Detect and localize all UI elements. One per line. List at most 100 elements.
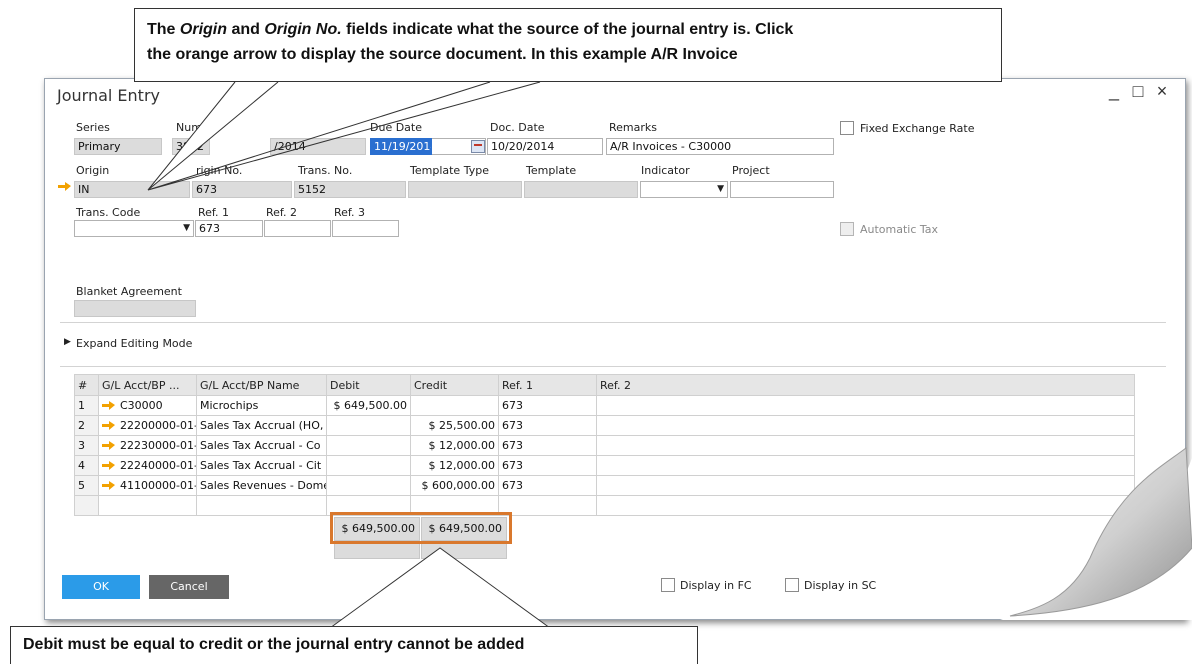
template-field[interactable] xyxy=(524,181,638,198)
maximize-icon[interactable]: □ xyxy=(1127,81,1149,102)
ref2-field[interactable] xyxy=(264,220,331,237)
callout-text: The xyxy=(147,21,180,38)
account-link-arrow-icon[interactable] xyxy=(102,400,116,410)
cancel-button[interactable]: Cancel xyxy=(149,575,229,599)
ref3-label: Ref. 3 xyxy=(334,206,365,219)
column-header[interactable]: Ref. 1 xyxy=(498,374,597,396)
column-header[interactable]: G/L Acct/BP ... xyxy=(98,374,197,396)
ok-button[interactable]: OK xyxy=(62,575,140,599)
account-link-arrow-icon[interactable] xyxy=(102,420,116,430)
page-curl-graphic xyxy=(1000,398,1192,620)
column-header[interactable]: G/L Acct/BP Name xyxy=(196,374,327,396)
posting-date-field[interactable]: /2014 xyxy=(270,138,366,155)
ref1-cell[interactable]: 673 xyxy=(498,475,597,496)
ref1-field[interactable]: 673 xyxy=(195,220,263,237)
fixed-exchange-rate-checkbox[interactable] xyxy=(840,121,854,135)
number-field[interactable]: 3822 xyxy=(172,138,210,155)
debit-cell[interactable]: $ 649,500.00 xyxy=(326,395,411,416)
due-date-field[interactable]: 11/19/2014 xyxy=(370,138,432,155)
series-field[interactable]: Primary xyxy=(74,138,162,155)
account-cell[interactable]: 22230000-01-0 xyxy=(98,435,197,456)
minimize-icon[interactable]: _ xyxy=(1103,81,1125,102)
debit-cell[interactable] xyxy=(326,415,411,436)
table-row[interactable]: 4 22240000-01-0 Sales Tax Accrual - Cit … xyxy=(74,455,1135,476)
ref1-cell[interactable] xyxy=(498,495,597,516)
callout-text: and xyxy=(227,21,265,38)
table-row[interactable]: 1 C30000 Microchips $ 649,500.00 673 xyxy=(74,395,1135,416)
close-icon[interactable]: × xyxy=(1151,81,1173,102)
table-row[interactable]: 3 22230000-01-0 Sales Tax Accrual - Co $… xyxy=(74,435,1135,456)
expand-triangle-icon[interactable]: ▶ xyxy=(64,337,71,347)
project-label: Project xyxy=(732,164,770,177)
debit-cell[interactable] xyxy=(326,475,411,496)
ref2-label: Ref. 2 xyxy=(266,206,297,219)
doc-date-label: Doc. Date xyxy=(490,121,545,134)
origin-link-arrow-icon[interactable] xyxy=(58,181,72,191)
project-field[interactable] xyxy=(730,181,834,198)
trans-no-field[interactable]: 5152 xyxy=(294,181,406,198)
display-in-sc-label: Display in SC xyxy=(804,579,877,592)
origin-field[interactable]: IN xyxy=(74,181,190,198)
ref1-cell[interactable]: 673 xyxy=(498,395,597,416)
automatic-tax-checkbox[interactable] xyxy=(840,222,854,236)
callout-italic: Origin No. xyxy=(264,21,342,38)
trans-code-dropdown[interactable]: ▼ xyxy=(74,220,194,237)
ref3-field[interactable] xyxy=(332,220,399,237)
ref1-cell[interactable]: 673 xyxy=(498,455,597,476)
account-cell[interactable]: C30000 xyxy=(98,395,197,416)
credit-cell[interactable]: $ 600,000.00 xyxy=(410,475,499,496)
template-type-field[interactable] xyxy=(408,181,522,198)
calendar-icon[interactable] xyxy=(471,140,485,153)
totals-highlight-box xyxy=(330,512,512,544)
journal-lines-table: # G/L Acct/BP ... G/L Acct/BP Name Debit… xyxy=(74,374,1135,516)
blanket-agreement-field[interactable] xyxy=(74,300,196,317)
account-name-cell[interactable]: Sales Tax Accrual - Co xyxy=(196,435,327,456)
account-cell[interactable]: 41100000-01-0 xyxy=(98,475,197,496)
row-number xyxy=(74,495,99,516)
account-link-arrow-icon[interactable] xyxy=(102,440,116,450)
fixed-exchange-rate-label: Fixed Exchange Rate xyxy=(860,122,975,135)
ref1-cell[interactable]: 673 xyxy=(498,435,597,456)
credit-cell[interactable]: $ 25,500.00 xyxy=(410,415,499,436)
column-header[interactable]: Ref. 2 xyxy=(596,374,1135,396)
title-bar: Journal Entry _ □ × xyxy=(45,79,1185,113)
display-in-fc-checkbox[interactable] xyxy=(661,578,675,592)
row-number: 3 xyxy=(74,435,99,456)
table-row[interactable]: 5 41100000-01-0 Sales Revenues - Dome $ … xyxy=(74,475,1135,496)
column-header[interactable]: Credit xyxy=(410,374,499,396)
display-in-sc-checkbox[interactable] xyxy=(785,578,799,592)
account-name-cell[interactable]: Sales Tax Accrual (HO, xyxy=(196,415,327,436)
account-cell[interactable]: 22240000-01-0 xyxy=(98,455,197,476)
remarks-label: Remarks xyxy=(609,121,657,134)
account-link-arrow-icon[interactable] xyxy=(102,460,116,470)
origin-label: Origin xyxy=(76,164,110,177)
table-row[interactable]: 2 22200000-01-0 Sales Tax Accrual (HO, $… xyxy=(74,415,1135,436)
credit-cell[interactable]: $ 12,000.00 xyxy=(410,435,499,456)
ref1-cell[interactable]: 673 xyxy=(498,415,597,436)
doc-date-field[interactable]: 10/20/2014 xyxy=(487,138,603,155)
column-header[interactable]: # xyxy=(74,374,99,396)
automatic-tax-label: Automatic Tax xyxy=(860,223,939,236)
indicator-label: Indicator xyxy=(641,164,690,177)
trans-no-label: Trans. No. xyxy=(298,164,353,177)
account-link-arrow-icon[interactable] xyxy=(102,480,116,490)
account-cell[interactable]: 22200000-01-0 xyxy=(98,415,197,436)
remarks-field[interactable]: A/R Invoices - C30000 xyxy=(606,138,834,155)
expand-editing-mode-link[interactable]: Expand Editing Mode xyxy=(76,337,192,350)
series-label: Series xyxy=(76,121,110,134)
origin-no-field[interactable]: 673 xyxy=(192,181,292,198)
account-name-cell[interactable] xyxy=(196,495,327,516)
row-number: 4 xyxy=(74,455,99,476)
column-header[interactable]: Debit xyxy=(326,374,411,396)
account-cell[interactable] xyxy=(98,495,197,516)
credit-cell[interactable] xyxy=(410,395,499,416)
table-row-empty[interactable] xyxy=(74,495,1135,516)
debit-cell[interactable] xyxy=(326,455,411,476)
dropdown-arrow-icon: ▼ xyxy=(717,184,724,194)
credit-cell[interactable]: $ 12,000.00 xyxy=(410,455,499,476)
indicator-dropdown[interactable]: ▼ xyxy=(640,181,728,198)
account-name-cell[interactable]: Sales Tax Accrual - Cit xyxy=(196,455,327,476)
account-name-cell[interactable]: Microchips xyxy=(196,395,327,416)
account-name-cell[interactable]: Sales Revenues - Dome xyxy=(196,475,327,496)
debit-cell[interactable] xyxy=(326,435,411,456)
